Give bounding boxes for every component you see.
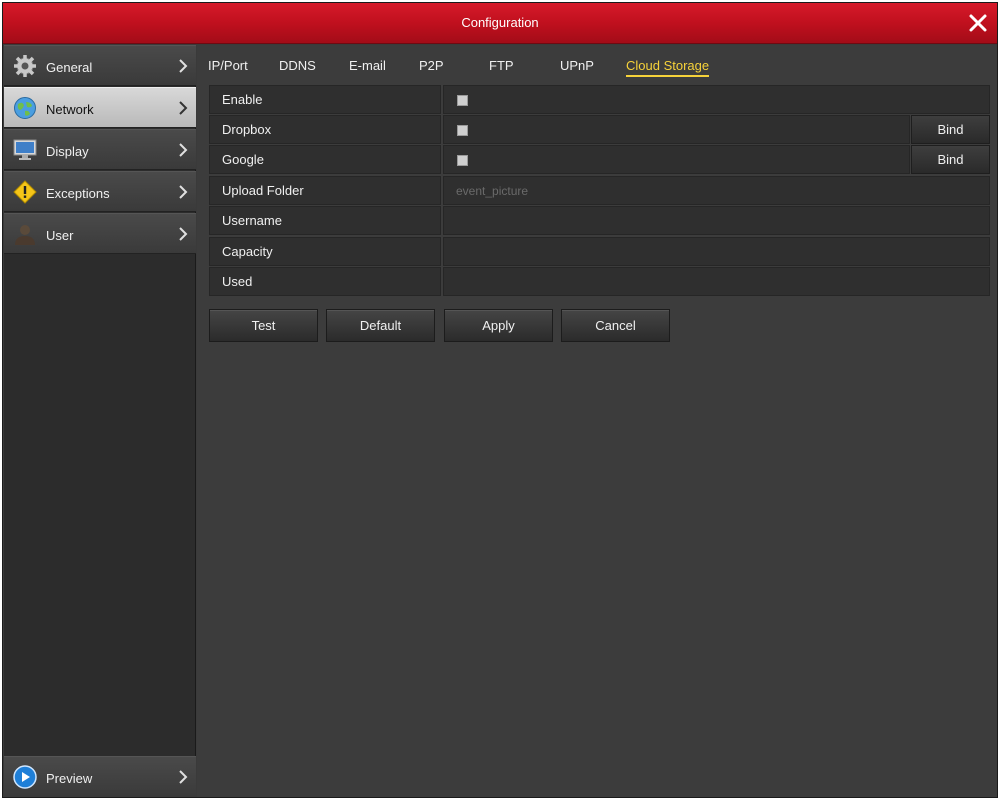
used-label: Used: [209, 267, 441, 296]
preview-label: Preview: [46, 771, 93, 786]
google-value-cell: [443, 145, 910, 174]
gear-icon: [14, 55, 36, 77]
window-title: Configuration: [461, 15, 539, 30]
sidebar-item-user[interactable]: User: [4, 213, 196, 254]
chevron-right-icon: [179, 770, 188, 784]
apply-button[interactable]: Apply: [444, 309, 553, 342]
upload-folder-row: Upload Folder event_picture: [209, 176, 990, 205]
enable-row: Enable: [209, 85, 990, 114]
play-icon: [13, 765, 37, 789]
google-label: Google: [209, 145, 441, 174]
chevron-right-icon: [179, 101, 188, 115]
enable-checkbox[interactable]: [457, 95, 468, 106]
username-label: Username: [209, 206, 441, 235]
chevron-right-icon: [179, 59, 188, 73]
sidebar-item-label: User: [46, 228, 74, 243]
enable-value-cell: [443, 85, 990, 114]
upload-folder-label: Upload Folder: [209, 176, 441, 205]
sidebar-item-display[interactable]: Display: [4, 129, 196, 170]
tab-ddns[interactable]: DDNS: [279, 58, 316, 73]
tab-email[interactable]: E-mail: [349, 58, 386, 73]
cancel-button[interactable]: Cancel: [561, 309, 670, 342]
title-bar: Configuration: [3, 3, 997, 44]
username-value: [443, 206, 990, 235]
capacity-row: Capacity: [209, 237, 990, 266]
sidebar-item-label: General: [46, 60, 93, 75]
sidebar-item-label: Display: [46, 144, 89, 159]
sidebar-item-label: Exceptions: [46, 186, 110, 201]
globe-icon: [14, 97, 36, 119]
dropbox-value-cell: [443, 115, 910, 144]
enable-label: Enable: [209, 85, 441, 114]
dropbox-checkbox[interactable]: [457, 125, 468, 136]
username-row: Username: [209, 206, 990, 235]
google-bind-button[interactable]: Bind: [911, 145, 990, 174]
sidebar-item-exceptions[interactable]: Exceptions: [4, 171, 196, 212]
test-button[interactable]: Test: [209, 309, 318, 342]
chevron-right-icon: [179, 185, 188, 199]
tab-cloud-storage[interactable]: Cloud Storage: [626, 58, 710, 77]
used-value: [443, 267, 990, 296]
tab-bar: IP/Port DDNS E-mail P2P FTP UPnP Cloud S…: [197, 45, 997, 83]
warning-icon: [13, 180, 37, 204]
tab-ftp[interactable]: FTP: [489, 58, 514, 73]
configuration-window: Configuration General Network Display Ex…: [2, 2, 998, 798]
capacity-label: Capacity: [209, 237, 441, 266]
default-button[interactable]: Default: [326, 309, 435, 342]
main-panel: IP/Port DDNS E-mail P2P FTP UPnP Cloud S…: [197, 45, 997, 797]
dropbox-bind-button[interactable]: Bind: [911, 115, 990, 144]
tab-p2p[interactable]: P2P: [419, 58, 444, 73]
chevron-right-icon: [179, 227, 188, 241]
tab-ip-port[interactable]: IP/Port: [208, 58, 248, 73]
sidebar-item-preview[interactable]: Preview: [4, 756, 196, 797]
monitor-icon: [13, 139, 37, 160]
upload-folder-field[interactable]: event_picture: [443, 176, 990, 205]
used-row: Used: [209, 267, 990, 296]
google-row: Google Bind: [209, 145, 990, 174]
upload-folder-value: event_picture: [456, 184, 529, 198]
sidebar-item-label: Network: [46, 102, 94, 117]
tab-upnp[interactable]: UPnP: [560, 58, 594, 73]
dropbox-label: Dropbox: [209, 115, 441, 144]
close-icon: [969, 14, 987, 32]
capacity-value: [443, 237, 990, 266]
close-button[interactable]: [967, 12, 989, 34]
sidebar-item-network[interactable]: Network: [4, 87, 196, 128]
chevron-right-icon: [179, 143, 188, 157]
google-checkbox[interactable]: [457, 155, 468, 166]
sidebar: General Network Display Exceptions User …: [4, 45, 196, 797]
sidebar-item-general[interactable]: General: [4, 45, 196, 86]
user-icon: [15, 225, 35, 245]
dropbox-row: Dropbox Bind: [209, 115, 990, 144]
